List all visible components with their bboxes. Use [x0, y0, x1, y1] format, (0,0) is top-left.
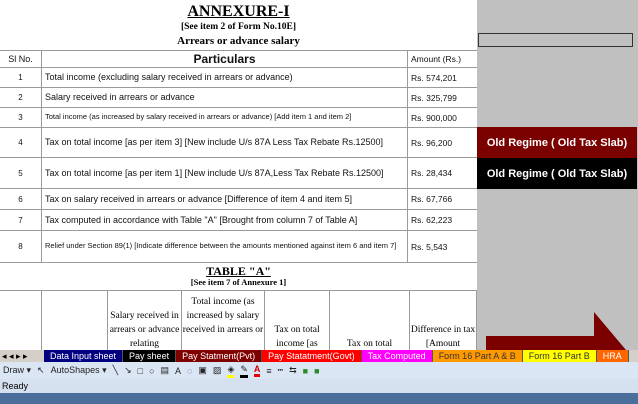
line-color-icon[interactable]: ✎: [240, 364, 248, 378]
table-row: 8 Relief under Section 89(1) [Indicate d…: [0, 230, 477, 262]
regime-button[interactable]: Old Regime ( Old Tax Slab): [477, 158, 637, 189]
header-row: Sl No. Particulars Amount (Rs.): [0, 50, 477, 67]
annexure-subtitle: Arrears or advance salary: [177, 35, 300, 47]
table-row: 6 Tax on salary received in arrears or a…: [0, 188, 477, 209]
tab-scroll-arrows-icon[interactable]: ◂ ◂ ▸ ▸: [0, 351, 44, 362]
status-bar: Ready: [0, 379, 638, 393]
row-amount: Rs. 574,201: [411, 72, 457, 83]
table-a-column-header: [42, 290, 108, 350]
annexure-ref: [See item 2 of Form No.10E]: [180, 22, 297, 32]
row-particulars: Salary received in arrears or advance: [42, 88, 408, 107]
autoshapes-menu[interactable]: AutoShapes ▾: [51, 365, 107, 376]
line-icon[interactable]: ╲: [113, 365, 118, 376]
arrow-style-icon[interactable]: ⇆: [289, 365, 297, 376]
sheet-tab[interactable]: Data Input sheet: [44, 350, 124, 362]
arrow-shape: [486, 312, 626, 350]
row-particulars: Tax on salary received in arrears or adv…: [42, 189, 408, 209]
row-amount: Rs. 900,000: [411, 112, 457, 123]
table-a-column-header: Total income (as increased by salary rec…: [182, 290, 265, 350]
row-particulars: Total income (as increased by salary rec…: [42, 108, 408, 127]
row-amount: Rs. 325,799: [411, 92, 457, 103]
header-particulars: Particulars: [42, 51, 408, 67]
table-a-column-header: Tax on total: [330, 290, 410, 350]
picture-icon[interactable]: ▨: [213, 365, 222, 376]
row-amount: Rs. 5,543: [411, 241, 448, 252]
table-row: 5 Tax on total income [as per item 1] [N…: [0, 157, 477, 188]
row-sl: 2: [0, 88, 42, 107]
row-sl: 5: [0, 158, 42, 188]
shadow-icon[interactable]: ■: [303, 366, 308, 376]
taskbar[interactable]: [0, 393, 638, 404]
sheet-tab-bar: ◂ ◂ ▸ ▸ Data Input sheet Pay sheet Pay Stat…: [0, 350, 638, 362]
sheet-tab[interactable]: HRA: [596, 350, 629, 362]
row-particulars: Tax on total income [as per item 3] [New…: [42, 128, 408, 157]
table-row: 2 Salary received in arrears or advance …: [0, 87, 477, 107]
sheet-tab[interactable]: Pay Statment(Pvt): [176, 350, 263, 362]
line-style-icon[interactable]: ≡: [266, 366, 271, 376]
oval-icon[interactable]: ○: [149, 366, 154, 376]
table-row: 7 Tax computed in accordance with Table …: [0, 209, 477, 230]
sheet-tab[interactable]: Pay Statatment(Govt): [262, 350, 362, 362]
row-particulars: Total income (excluding salary received …: [42, 68, 408, 87]
row-amount: Rs. 62,223: [411, 215, 453, 225]
row-amount: Rs. 96,200: [411, 137, 453, 148]
annexure-title: ANNEXURE-I: [187, 3, 290, 20]
sheet-tab[interactable]: Tax Computed: [361, 350, 433, 362]
select-pointer-icon[interactable]: ↖: [37, 365, 45, 376]
fill-color-icon[interactable]: ◈: [227, 364, 235, 378]
row-particulars: Tax on total income [as per item 1] [New…: [42, 158, 408, 188]
row-sl: 1: [0, 68, 42, 87]
row-amount: Rs. 28,434: [411, 168, 453, 178]
header-amount: Amount (Rs.): [411, 54, 462, 64]
table-a-column-header: Tax on total income [as: [265, 290, 330, 350]
row-sl: 7: [0, 210, 42, 230]
table-a-ref: [See item 7 of Annexure 1]: [190, 277, 287, 287]
header-sl: Sl No.: [0, 51, 42, 67]
rectangle-icon[interactable]: □: [138, 366, 143, 376]
row-amount: Rs. 67,766: [411, 194, 453, 204]
font-color-icon[interactable]: A: [253, 364, 261, 377]
row-particulars: Tax computed in accordance with Table "A…: [42, 210, 408, 230]
row-sl: 3: [0, 108, 42, 127]
clipart-icon[interactable]: ▣: [198, 365, 207, 376]
sheet-tab[interactable]: Form 16 Part B: [522, 350, 597, 362]
draw-menu[interactable]: Draw ▾: [3, 365, 31, 376]
row-particulars: Relief under Section 89(1) [Indicate dif…: [42, 231, 408, 262]
textbox-icon[interactable]: ▤: [161, 365, 170, 376]
arrow-icon[interactable]: ↘: [124, 365, 132, 376]
selected-cell[interactable]: [478, 33, 633, 47]
row-sl: 8: [0, 231, 42, 262]
wordart-icon[interactable]: A: [175, 366, 181, 376]
regime-button[interactable]: Old Regime ( Old Tax Slab): [477, 127, 637, 158]
table-row: 4 Tax on total income [as per item 3] [N…: [0, 127, 477, 157]
table-row: 1 Total income (excluding salary receive…: [0, 67, 477, 87]
drawing-toolbar: Draw ▾ ↖ AutoShapes ▾ ╲ ↘ □ ○ ▤ A ◌ ▣ ▨ …: [0, 362, 638, 379]
table-a-column-header: Difference in tax [Amount: [410, 290, 477, 350]
table-a-column-header: [0, 290, 42, 350]
sheet-tab[interactable]: Form 16 Part A & B: [432, 350, 523, 362]
diagram-icon[interactable]: ◌: [187, 366, 192, 376]
sheet-tab[interactable]: Pay sheet: [123, 350, 177, 362]
worksheet[interactable]: ANNEXURE-I [See item 2 of Form No.10E] A…: [0, 0, 477, 350]
dash-style-icon[interactable]: ┅: [278, 365, 283, 376]
table-row: 3 Total income (as increased by salary r…: [0, 107, 477, 127]
row-sl: 4: [0, 128, 42, 157]
row-sl: 6: [0, 189, 42, 209]
3d-icon[interactable]: ■: [314, 366, 319, 376]
table-a-column-header: Salary received in arrears or advance re…: [108, 290, 182, 350]
